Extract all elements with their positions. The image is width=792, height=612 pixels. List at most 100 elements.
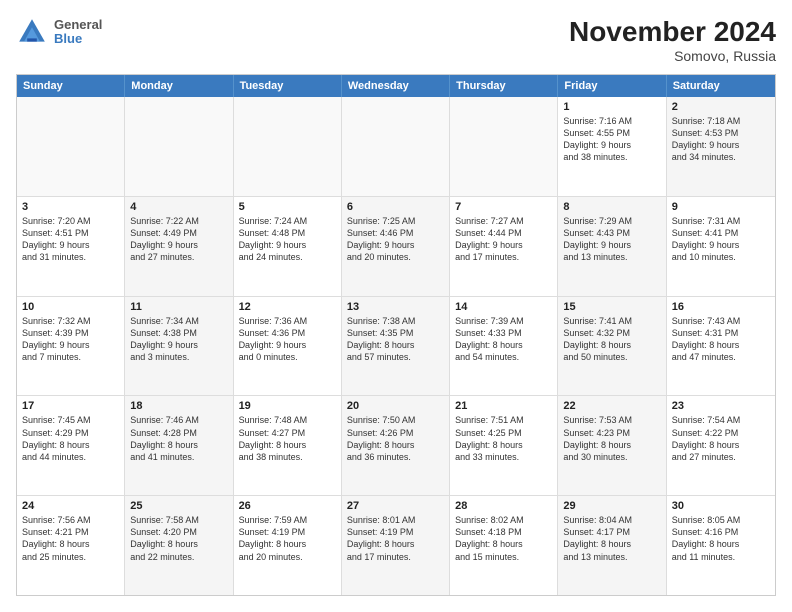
cell-info: Sunrise: 7:25 AM Sunset: 4:46 PM Dayligh… [347, 215, 444, 264]
logo: General Blue [16, 16, 102, 48]
day-number: 4 [130, 201, 227, 213]
day-number: 11 [130, 301, 227, 313]
cell-info: Sunrise: 7:58 AM Sunset: 4:20 PM Dayligh… [130, 514, 227, 563]
calendar-cell: 26 Sunrise: 7:59 AM Sunset: 4:19 PM Dayli… [234, 496, 342, 595]
cell-info: Sunrise: 7:34 AM Sunset: 4:38 PM Dayligh… [130, 315, 227, 364]
calendar-cell: 14Sunrise: 7:39 AM Sunset: 4:33 PM Dayli… [450, 297, 558, 396]
cell-info: Sunrise: 7:36 AM Sunset: 4:36 PM Dayligh… [239, 315, 336, 364]
cell-info: Sunrise: 7:43 AM Sunset: 4:31 PM Dayligh… [672, 315, 770, 364]
calendar-row: 24Sunrise: 7:56 AM Sunset: 4:21 PM Dayli… [17, 495, 775, 595]
calendar-cell: 22 Sunrise: 7:53 AM Sunset: 4:23 PM Dayli… [558, 396, 666, 495]
day-number: 7 [455, 201, 552, 213]
calendar: SundayMondayTuesdayWednesdayThursdayFrid… [16, 74, 776, 596]
page-title: November 2024 [569, 16, 776, 48]
calendar-cell: 5 Sunrise: 7:24 AM Sunset: 4:48 PM Daylig… [234, 197, 342, 296]
calendar-cell [125, 97, 233, 196]
cell-info: Sunrise: 7:59 AM Sunset: 4:19 PM Dayligh… [239, 514, 336, 563]
cell-info: Sunrise: 7:31 AM Sunset: 4:41 PM Dayligh… [672, 215, 770, 264]
cell-info: Sunrise: 7:38 AM Sunset: 4:35 PM Dayligh… [347, 315, 444, 364]
day-number: 18 [130, 400, 227, 412]
calendar-cell: 15Sunrise: 7:41 AM Sunset: 4:32 PM Dayli… [558, 297, 666, 396]
calendar-cell: 30 Sunrise: 8:05 AM Sunset: 4:16 PM Dayli… [667, 496, 775, 595]
cell-info: Sunrise: 7:29 AM Sunset: 4:43 PM Dayligh… [563, 215, 660, 264]
day-number: 13 [347, 301, 444, 313]
cell-info: Sunrise: 7:54 AM Sunset: 4:22 PM Dayligh… [672, 414, 770, 463]
weekday-header: Monday [125, 75, 233, 97]
calendar-row: 1Sunrise: 7:16 AM Sunset: 4:55 PM Daylig… [17, 97, 775, 196]
calendar-cell: 28 Sunrise: 8:02 AM Sunset: 4:18 PM Dayli… [450, 496, 558, 595]
calendar-cell [450, 97, 558, 196]
cell-info: Sunrise: 8:02 AM Sunset: 4:18 PM Dayligh… [455, 514, 552, 563]
day-number: 8 [563, 201, 660, 213]
calendar-cell: 23 Sunrise: 7:54 AM Sunset: 4:22 PM Dayli… [667, 396, 775, 495]
calendar-cell [234, 97, 342, 196]
cell-info: Sunrise: 7:50 AM Sunset: 4:26 PM Dayligh… [347, 414, 444, 463]
cell-info: Sunrise: 7:16 AM Sunset: 4:55 PM Dayligh… [563, 115, 660, 164]
calendar-cell: 27 Sunrise: 8:01 AM Sunset: 4:19 PM Dayli… [342, 496, 450, 595]
calendar-header: SundayMondayTuesdayWednesdayThursdayFrid… [17, 75, 775, 97]
calendar-cell: 3 Sunrise: 7:20 AM Sunset: 4:51 PM Daylig… [17, 197, 125, 296]
calendar-cell: 29Sunrise: 8:04 AM Sunset: 4:17 PM Dayli… [558, 496, 666, 595]
day-number: 9 [672, 201, 770, 213]
calendar-cell: 10Sunrise: 7:32 AM Sunset: 4:39 PM Dayli… [17, 297, 125, 396]
calendar-cell: 20 Sunrise: 7:50 AM Sunset: 4:26 PM Dayli… [342, 396, 450, 495]
calendar-cell: 21Sunrise: 7:51 AM Sunset: 4:25 PM Dayli… [450, 396, 558, 495]
day-number: 3 [22, 201, 119, 213]
calendar-row: 3 Sunrise: 7:20 AM Sunset: 4:51 PM Daylig… [17, 196, 775, 296]
day-number: 28 [455, 500, 552, 512]
header: General Blue November 2024 Somovo, Russi… [16, 16, 776, 64]
calendar-cell: 16 Sunrise: 7:43 AM Sunset: 4:31 PM Dayli… [667, 297, 775, 396]
calendar-cell: 12 Sunrise: 7:36 AM Sunset: 4:36 PM Dayli… [234, 297, 342, 396]
cell-info: Sunrise: 7:46 AM Sunset: 4:28 PM Dayligh… [130, 414, 227, 463]
calendar-cell: 4 Sunrise: 7:22 AM Sunset: 4:49 PM Daylig… [125, 197, 233, 296]
calendar-cell: 17 Sunrise: 7:45 AM Sunset: 4:29 PM Dayli… [17, 396, 125, 495]
day-number: 26 [239, 500, 336, 512]
calendar-row: 10Sunrise: 7:32 AM Sunset: 4:39 PM Dayli… [17, 296, 775, 396]
cell-info: Sunrise: 7:22 AM Sunset: 4:49 PM Dayligh… [130, 215, 227, 264]
cell-info: Sunrise: 8:01 AM Sunset: 4:19 PM Dayligh… [347, 514, 444, 563]
cell-info: Sunrise: 7:20 AM Sunset: 4:51 PM Dayligh… [22, 215, 119, 264]
calendar-row: 17 Sunrise: 7:45 AM Sunset: 4:29 PM Dayli… [17, 395, 775, 495]
weekday-header: Saturday [667, 75, 775, 97]
day-number: 17 [22, 400, 119, 412]
cell-info: Sunrise: 7:48 AM Sunset: 4:27 PM Dayligh… [239, 414, 336, 463]
calendar-body: 1Sunrise: 7:16 AM Sunset: 4:55 PM Daylig… [17, 97, 775, 595]
cell-info: Sunrise: 7:53 AM Sunset: 4:23 PM Dayligh… [563, 414, 660, 463]
calendar-cell: 8 Sunrise: 7:29 AM Sunset: 4:43 PM Daylig… [558, 197, 666, 296]
calendar-cell: 6 Sunrise: 7:25 AM Sunset: 4:46 PM Daylig… [342, 197, 450, 296]
day-number: 24 [22, 500, 119, 512]
calendar-cell [17, 97, 125, 196]
logo-text: General Blue [54, 18, 102, 47]
cell-info: Sunrise: 7:45 AM Sunset: 4:29 PM Dayligh… [22, 414, 119, 463]
calendar-cell: 19Sunrise: 7:48 AM Sunset: 4:27 PM Dayli… [234, 396, 342, 495]
cell-info: Sunrise: 7:32 AM Sunset: 4:39 PM Dayligh… [22, 315, 119, 364]
weekday-header: Wednesday [342, 75, 450, 97]
logo-icon [16, 16, 48, 48]
cell-info: Sunrise: 7:24 AM Sunset: 4:48 PM Dayligh… [239, 215, 336, 264]
calendar-cell: 25 Sunrise: 7:58 AM Sunset: 4:20 PM Dayli… [125, 496, 233, 595]
day-number: 27 [347, 500, 444, 512]
title-block: November 2024 Somovo, Russia [569, 16, 776, 64]
calendar-cell: 2 Sunrise: 7:18 AM Sunset: 4:53 PM Daylig… [667, 97, 775, 196]
page-subtitle: Somovo, Russia [569, 48, 776, 64]
day-number: 25 [130, 500, 227, 512]
day-number: 12 [239, 301, 336, 313]
day-number: 5 [239, 201, 336, 213]
day-number: 6 [347, 201, 444, 213]
calendar-cell: 13 Sunrise: 7:38 AM Sunset: 4:35 PM Dayli… [342, 297, 450, 396]
calendar-cell: 18 Sunrise: 7:46 AM Sunset: 4:28 PM Dayli… [125, 396, 233, 495]
weekday-header: Thursday [450, 75, 558, 97]
cell-info: Sunrise: 8:05 AM Sunset: 4:16 PM Dayligh… [672, 514, 770, 563]
day-number: 23 [672, 400, 770, 412]
day-number: 30 [672, 500, 770, 512]
cell-info: Sunrise: 7:18 AM Sunset: 4:53 PM Dayligh… [672, 115, 770, 164]
weekday-header: Friday [558, 75, 666, 97]
logo-line1: General [54, 18, 102, 32]
cell-info: Sunrise: 7:27 AM Sunset: 4:44 PM Dayligh… [455, 215, 552, 264]
day-number: 20 [347, 400, 444, 412]
calendar-cell: 24Sunrise: 7:56 AM Sunset: 4:21 PM Dayli… [17, 496, 125, 595]
calendar-cell: 11 Sunrise: 7:34 AM Sunset: 4:38 PM Dayli… [125, 297, 233, 396]
day-number: 22 [563, 400, 660, 412]
day-number: 2 [672, 101, 770, 113]
day-number: 16 [672, 301, 770, 313]
